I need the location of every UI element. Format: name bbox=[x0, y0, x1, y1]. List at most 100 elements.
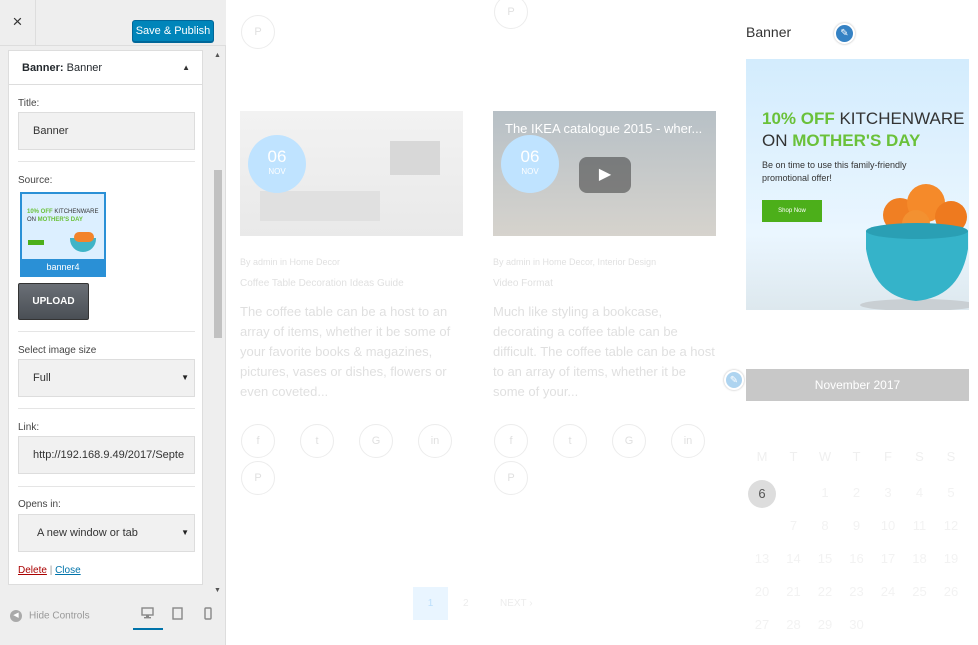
post-excerpt: Much like styling a bookcase, decorating… bbox=[493, 304, 715, 399]
calendar-day[interactable]: 5 bbox=[937, 479, 965, 507]
divider bbox=[18, 408, 195, 409]
facebook-share-icon[interactable]: f bbox=[241, 424, 275, 458]
banner-headline-line2: ON MOTHER'S DAY bbox=[762, 131, 921, 150]
calendar-day[interactable]: 19 bbox=[937, 545, 965, 573]
post-title[interactable]: Coffee Table Decoration Ideas Guide bbox=[240, 278, 404, 289]
calendar-day[interactable]: 1 bbox=[811, 479, 839, 507]
calendar-day[interactable]: 29 bbox=[811, 611, 839, 639]
twitter-share-icon[interactable]: t bbox=[300, 424, 334, 458]
calendar-day[interactable]: 3 bbox=[874, 479, 902, 507]
mobile-preview-icon[interactable] bbox=[204, 607, 216, 621]
facebook-share-icon[interactable]: f bbox=[494, 424, 528, 458]
close-link[interactable]: Close bbox=[55, 565, 81, 576]
calendar-day[interactable]: 20 bbox=[748, 578, 776, 606]
scroll-down-arrow-icon[interactable]: ▼ bbox=[213, 587, 222, 595]
google-share-icon[interactable]: G bbox=[359, 424, 393, 458]
shop-now-button[interactable]: Shop Now bbox=[762, 200, 822, 222]
calendar-widget: November 2017 M T W T F S S 1 2 3 4 5 7 8 9 10 11 12 13 14 1… bbox=[746, 369, 969, 632]
banner-image[interactable]: 10% OFF KITCHENWARE ON MOTHER'S DAY Be o… bbox=[746, 59, 969, 310]
calendar-day[interactable]: 15 bbox=[811, 545, 839, 573]
pinterest-share-icon[interactable]: P bbox=[494, 461, 528, 495]
calendar-day[interactable]: 18 bbox=[906, 545, 934, 573]
calendar-day[interactable]: 24 bbox=[874, 578, 902, 606]
divider bbox=[18, 486, 195, 487]
calendar-today[interactable]: 6 bbox=[748, 480, 776, 508]
chevron-down-icon: ▼ bbox=[181, 373, 189, 382]
post-excerpt: The coffee table can be a host to an arr… bbox=[240, 304, 451, 399]
customizer-footer: ◀ Hide Controls bbox=[0, 597, 226, 633]
tablet-preview-icon[interactable] bbox=[172, 607, 184, 621]
next-page-link[interactable]: NEXT › bbox=[500, 587, 533, 620]
active-device-indicator bbox=[133, 628, 163, 630]
calendar-weekday: M bbox=[756, 449, 768, 464]
calendar-day[interactable]: 14 bbox=[780, 545, 808, 573]
linkedin-share-icon[interactable]: in bbox=[418, 424, 452, 458]
calendar-day[interactable]: 7 bbox=[780, 512, 808, 540]
linkedin-share-icon[interactable]: in bbox=[671, 424, 705, 458]
customizer-panel: × Save & Publish Banner: Banner ▲ Title:… bbox=[0, 0, 226, 645]
link-input[interactable]: http://192.168.9.49/2017/Septe bbox=[18, 436, 195, 474]
thumbnail-caption: banner4 bbox=[22, 259, 104, 275]
edit-widget-pencil-icon[interactable]: ✎ bbox=[834, 23, 855, 44]
edit-widget-pencil-icon[interactable]: ✎ bbox=[724, 370, 744, 390]
widget-section-header[interactable]: Banner: Banner ▲ bbox=[9, 51, 202, 85]
thumb-shop-button bbox=[28, 240, 44, 245]
save-publish-button[interactable]: Save & Publish bbox=[132, 20, 214, 42]
post-date-badge: 06 NOV bbox=[248, 135, 306, 193]
calendar-day[interactable]: 28 bbox=[780, 611, 808, 639]
calendar-weekday: T bbox=[852, 449, 861, 464]
calendar-day[interactable]: 9 bbox=[843, 512, 871, 540]
hide-controls-button[interactable]: ◀ Hide Controls bbox=[10, 610, 90, 622]
google-share-icon[interactable]: G bbox=[612, 424, 646, 458]
image-size-select[interactable]: Full ▼ bbox=[18, 359, 195, 397]
calendar-day[interactable]: 21 bbox=[780, 578, 808, 606]
banner-headline-line1: 10% OFF KITCHENWARE bbox=[762, 109, 965, 128]
widget-actions: Delete | Close bbox=[18, 565, 81, 576]
calendar-day[interactable]: 13 bbox=[748, 545, 776, 573]
calendar-day[interactable]: 8 bbox=[811, 512, 839, 540]
delete-link[interactable]: Delete bbox=[18, 565, 47, 576]
twitter-share-icon[interactable]: t bbox=[553, 424, 587, 458]
pinterest-share-icon[interactable]: P bbox=[241, 15, 275, 49]
calendar-day[interactable]: 11 bbox=[906, 512, 934, 540]
calendar-day[interactable]: 26 bbox=[937, 578, 965, 606]
calendar-day[interactable]: 17 bbox=[874, 545, 902, 573]
post-meta: By admin in Home Decor, Interior Design bbox=[493, 257, 657, 267]
calendar-day[interactable]: 27 bbox=[748, 611, 776, 639]
scroll-up-arrow-icon[interactable]: ▲ bbox=[213, 52, 222, 60]
post-title[interactable]: Video Format bbox=[493, 278, 553, 289]
title-label: Title: bbox=[18, 98, 40, 109]
pinterest-share-icon[interactable]: P bbox=[494, 0, 528, 29]
link-label: Link: bbox=[18, 422, 40, 433]
scrollbar-thumb[interactable] bbox=[214, 170, 222, 338]
opens-in-select[interactable]: A new window or tab ▼ bbox=[18, 514, 195, 552]
page-2-link[interactable]: 2 bbox=[463, 587, 469, 620]
calendar-weekday: F bbox=[884, 449, 892, 464]
calendar-weekday: S bbox=[946, 449, 956, 464]
pinterest-share-icon[interactable]: P bbox=[241, 461, 275, 495]
calendar-day[interactable]: 16 bbox=[843, 545, 871, 573]
close-customizer-button[interactable]: × bbox=[0, 0, 36, 46]
calendar-weekday: W bbox=[818, 449, 832, 464]
opens-in-value: A new window or tab bbox=[37, 527, 138, 539]
calendar-day[interactable]: 23 bbox=[843, 578, 871, 606]
widget-section-title: Banner bbox=[63, 62, 103, 74]
title-input[interactable]: Banner bbox=[18, 112, 195, 150]
calendar-day[interactable]: 12 bbox=[937, 512, 965, 540]
upload-button[interactable]: UPLOAD bbox=[18, 283, 89, 320]
play-icon[interactable]: ▶ bbox=[579, 157, 631, 193]
calendar-day[interactable]: 30 bbox=[843, 611, 871, 639]
calendar-day[interactable]: 4 bbox=[906, 479, 934, 507]
collapse-caret-icon[interactable]: ▲ bbox=[182, 51, 190, 85]
calendar-day[interactable]: 25 bbox=[906, 578, 934, 606]
calendar-day[interactable]: 22 bbox=[811, 578, 839, 606]
banner-thumbnail[interactable]: 10% OFF KITCHENWARE ON MOTHER'S DAY bann… bbox=[20, 192, 106, 277]
calendar-day[interactable]: 2 bbox=[843, 479, 871, 507]
image-size-label: Select image size bbox=[18, 345, 97, 356]
banner-widget-section: Banner: Banner ▲ Title: Banner Source: 1… bbox=[8, 50, 203, 585]
page-1-button[interactable]: 1 bbox=[413, 587, 448, 620]
calendar-grid: M T W T F S S 1 2 3 4 5 7 8 9 10 11 12 13 14 15 16 17 18 19 20 21 2… bbox=[746, 401, 969, 632]
desktop-preview-icon[interactable] bbox=[141, 607, 155, 621]
calendar-day[interactable]: 10 bbox=[874, 512, 902, 540]
panel-scrollbar[interactable]: ▲ ▼ bbox=[213, 52, 222, 597]
